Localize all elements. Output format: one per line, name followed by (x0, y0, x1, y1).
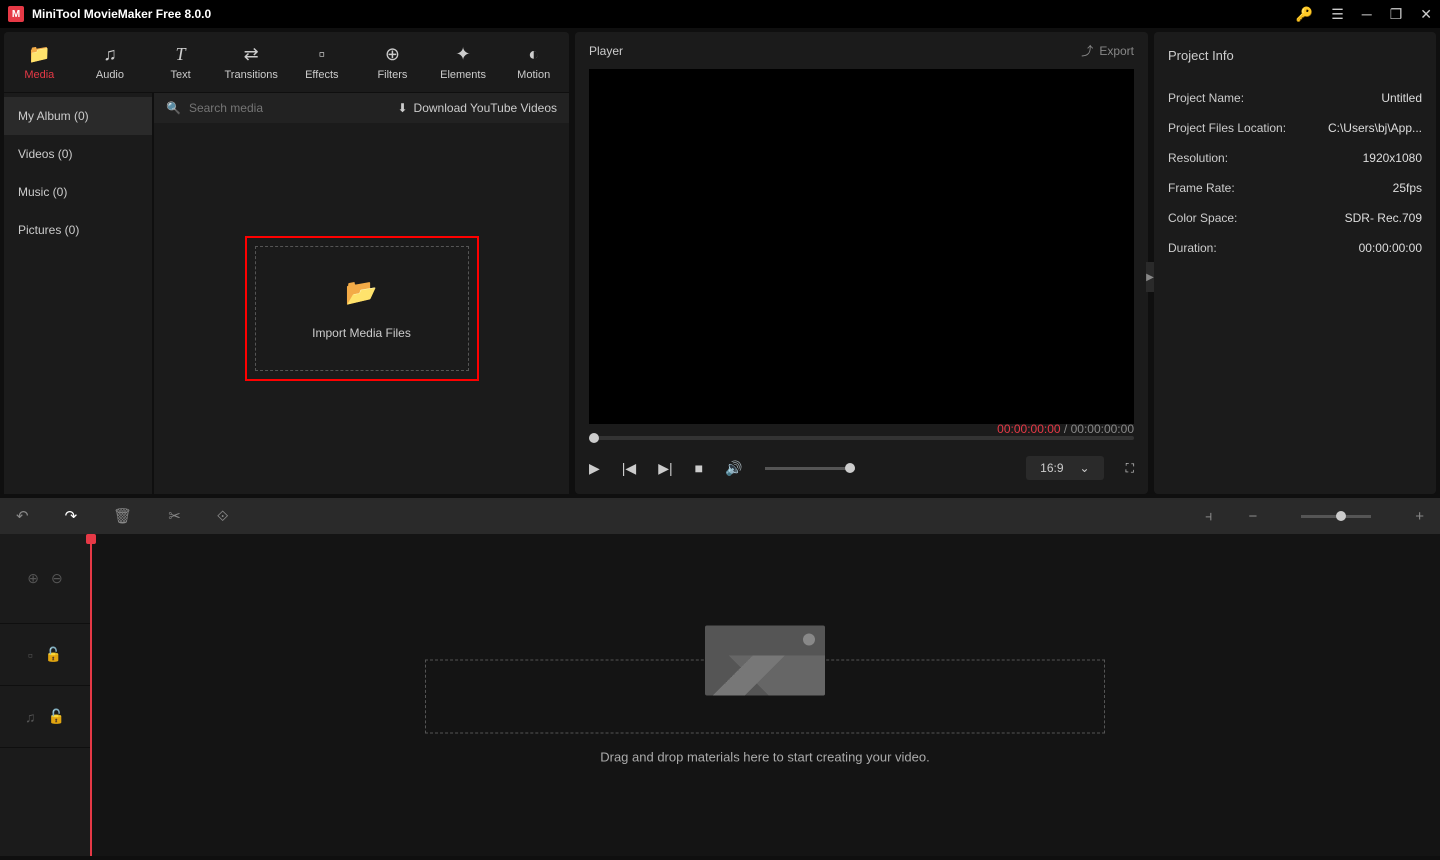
search-input[interactable] (189, 101, 390, 115)
minimize-button[interactable]: ─ (1362, 6, 1372, 22)
timeline-empty-state: Drag and drop materials here to start cr… (425, 626, 1105, 765)
tab-transitions[interactable]: ⇄Transitions (216, 32, 287, 92)
info-row-colorspace: Color Space:SDR- Rec.709 (1168, 203, 1422, 233)
filters-icon: ⊕ (385, 44, 400, 65)
timeline-toolbar: ↶ ↷ 🗑 ✂ ⟐ ⫞ − + (0, 498, 1440, 534)
info-row-location: Project Files Location:C:\Users\bj\App..… (1168, 113, 1422, 143)
snap-button[interactable]: ⫞ (1205, 508, 1213, 525)
close-button[interactable]: ✕ (1420, 6, 1432, 23)
project-info-panel: ▶ Project Info Project Name:Untitled Pro… (1154, 32, 1436, 494)
sidebar-item-pictures[interactable]: Pictures (0) (4, 211, 152, 249)
volume-icon[interactable]: 🔊 (725, 460, 742, 477)
player-seek-bar[interactable] (589, 436, 1134, 440)
undo-button[interactable]: ↶ (16, 507, 29, 525)
time-total: 00:00:00:00 (1071, 422, 1134, 436)
maximize-button[interactable]: ❐ (1390, 6, 1403, 23)
track-head-image: ▫ 🔓 (0, 624, 90, 686)
tab-effects[interactable]: ▫Effects (287, 32, 358, 92)
sidebar-item-music[interactable]: Music (0) (4, 173, 152, 211)
player-panel: Player ⤴ Export 00:00:00:00 / 00:00:00:0… (575, 32, 1148, 494)
folder-open-icon: 📂 (296, 277, 428, 308)
placeholder-image-icon (705, 626, 825, 696)
player-canvas (589, 69, 1134, 424)
media-sidebar: My Album (0) Videos (0) Music (0) Pictur… (4, 93, 152, 494)
elements-icon: ✦ (456, 44, 471, 65)
crop-button[interactable]: ⟐ (217, 508, 229, 525)
delete-button[interactable]: 🗑 (113, 507, 132, 525)
info-row-duration: Duration:00:00:00:00 (1168, 233, 1422, 263)
tab-motion[interactable]: ◐Motion (498, 32, 569, 92)
transition-icon: ⇄ (244, 44, 259, 65)
chevron-down-icon: ⌄ (1080, 461, 1090, 475)
download-youtube-button[interactable]: ⬇ Download YouTube Videos (397, 101, 557, 115)
prev-frame-button[interactable]: |◀ (622, 460, 636, 477)
key-icon[interactable]: 🔑 (1296, 6, 1313, 23)
next-frame-button[interactable]: ▶| (658, 460, 672, 477)
seek-handle[interactable] (589, 433, 599, 443)
media-panel: 📁Media ♫Audio TText ⇄Transitions ▫Effect… (4, 32, 569, 494)
timeline-empty-text: Drag and drop materials here to start cr… (425, 750, 1105, 765)
image-icon: ▫ (28, 647, 33, 663)
volume-slider[interactable] (765, 467, 855, 470)
zoom-handle[interactable] (1336, 511, 1346, 521)
titlebar: M MiniTool MovieMaker Free 8.0.0 🔑 ☰ ─ ❐… (0, 0, 1440, 28)
cut-button[interactable]: ✂ (168, 507, 181, 525)
add-track-icon[interactable]: ⊕ (27, 570, 39, 587)
timeline-area: ⊕ ⊖ ▫ 🔓 ♫ 🔓 Drag and drop materials here… (0, 534, 1440, 856)
sidebar-item-videos[interactable]: Videos (0) (4, 135, 152, 173)
player-title: Player (589, 44, 623, 58)
info-row-resolution: Resolution:1920x1080 (1168, 143, 1422, 173)
motion-icon: ◐ (528, 44, 539, 65)
app-title: MiniTool MovieMaker Free 8.0.0 (32, 7, 1296, 21)
collapse-handle[interactable]: ▶ (1146, 262, 1154, 292)
info-row-framerate: Frame Rate:25fps (1168, 173, 1422, 203)
time-current: 00:00:00:00 (997, 422, 1060, 436)
project-info-heading: Project Info (1168, 42, 1422, 69)
audio-icon: ♫ (25, 709, 36, 725)
effects-icon: ▫ (319, 44, 325, 65)
zoom-out-button[interactable]: − (1248, 508, 1257, 525)
export-icon: ⤴ (1081, 42, 1093, 59)
lock-icon[interactable]: 🔓 (45, 646, 62, 663)
info-row-name: Project Name:Untitled (1168, 83, 1422, 113)
zoom-in-button[interactable]: + (1415, 508, 1424, 525)
download-icon: ⬇ (397, 101, 407, 115)
fullscreen-button[interactable]: ⛶ (1126, 461, 1134, 476)
redo-button[interactable]: ↷ (65, 507, 78, 525)
volume-handle[interactable] (845, 463, 855, 473)
menu-icon[interactable]: ☰ (1331, 6, 1344, 23)
main-tabs: 📁Media ♫Audio TText ⇄Transitions ▫Effect… (4, 32, 569, 92)
track-head-audio: ♫ 🔓 (0, 686, 90, 748)
tab-text[interactable]: TText (145, 32, 216, 92)
folder-icon: 📁 (28, 44, 50, 65)
music-icon: ♫ (103, 44, 117, 65)
track-head-video: ⊕ ⊖ (0, 534, 90, 624)
text-icon: T (176, 44, 186, 65)
zoom-slider[interactable] (1301, 515, 1371, 518)
sidebar-item-myalbum[interactable]: My Album (0) (4, 97, 152, 135)
timeline-tracks[interactable]: Drag and drop materials here to start cr… (90, 534, 1440, 856)
stop-button[interactable]: ■ (695, 460, 703, 476)
aspect-ratio-select[interactable]: 16:9 ⌄ (1026, 456, 1103, 480)
export-button[interactable]: ⤴ Export (1081, 42, 1134, 59)
remove-track-icon[interactable]: ⊖ (51, 570, 63, 587)
tab-elements[interactable]: ✦Elements (428, 32, 499, 92)
playhead[interactable] (90, 534, 92, 856)
play-button[interactable]: ▶ (589, 460, 600, 477)
lock-icon[interactable]: 🔓 (48, 708, 65, 725)
search-icon: 🔍 (166, 101, 181, 115)
app-logo: M (8, 6, 24, 22)
import-media-button[interactable]: 📂 Import Media Files (255, 246, 469, 371)
tab-audio[interactable]: ♫Audio (75, 32, 146, 92)
import-highlight: 📂 Import Media Files (245, 236, 479, 381)
track-headers: ⊕ ⊖ ▫ 🔓 ♫ 🔓 (0, 534, 90, 856)
tab-media[interactable]: 📁Media (4, 32, 75, 92)
tab-filters[interactable]: ⊕Filters (357, 32, 428, 92)
